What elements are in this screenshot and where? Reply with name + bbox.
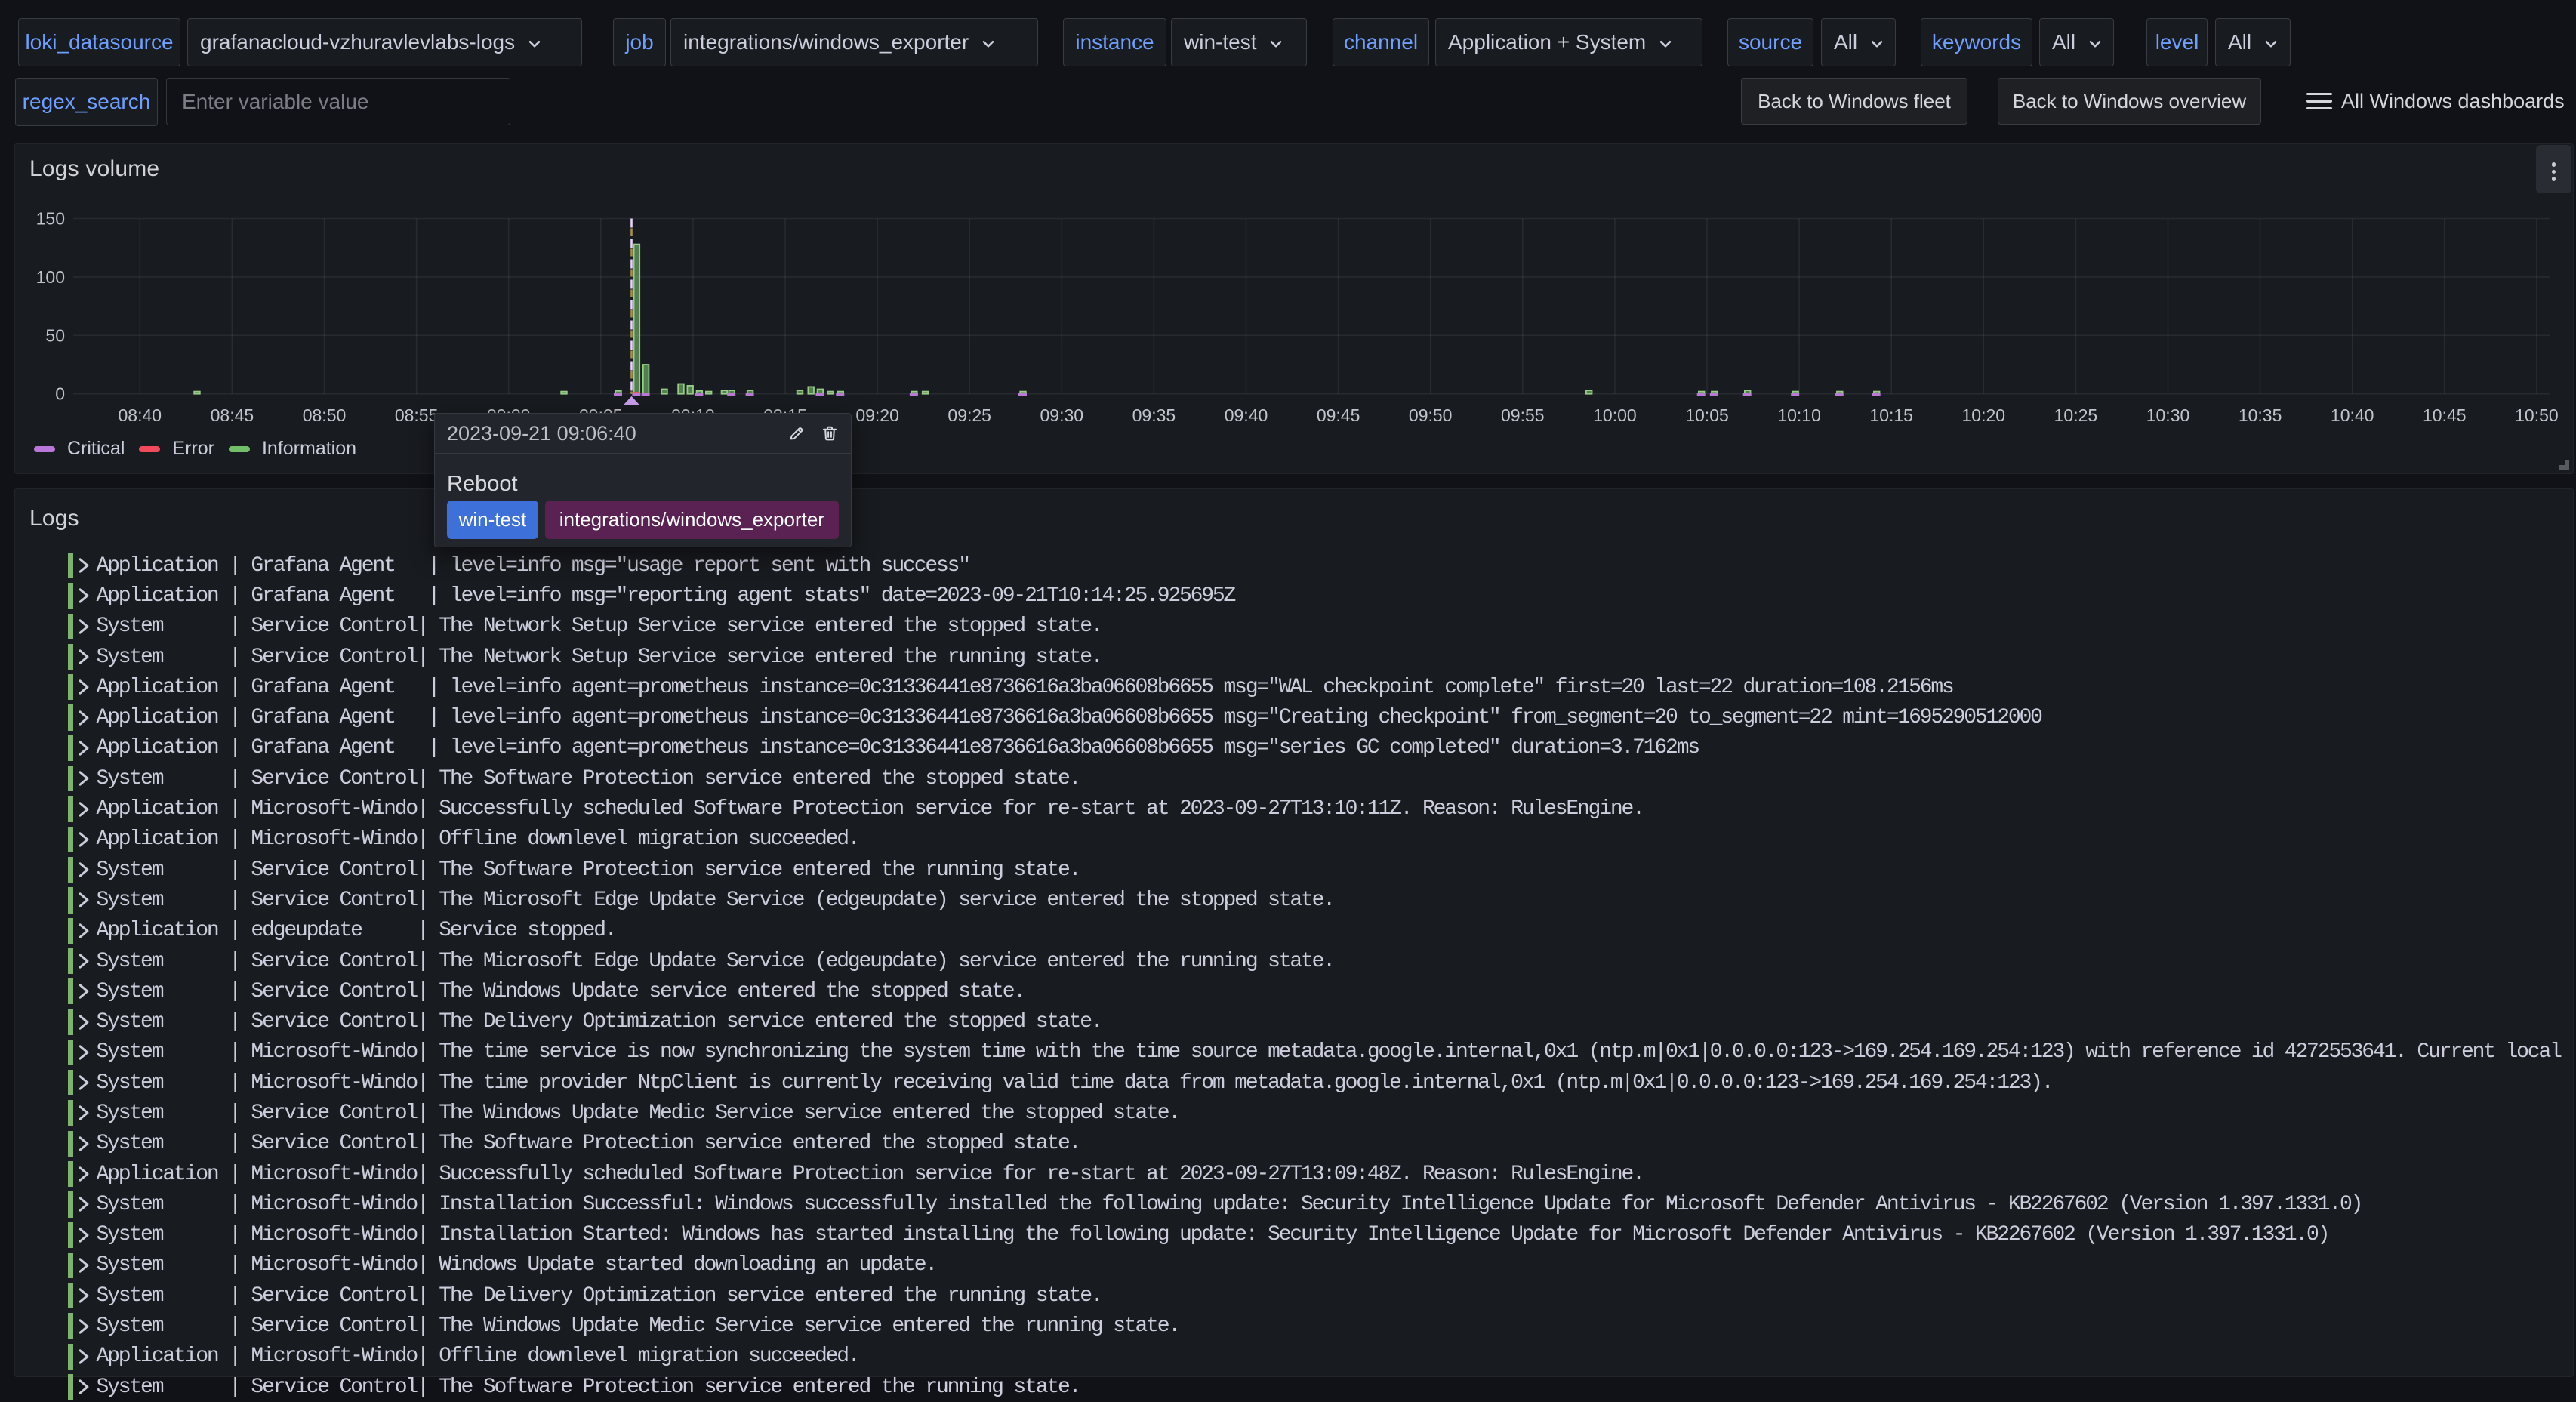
svg-text:10:15: 10:15 [1869,405,1913,425]
svg-text:10:35: 10:35 [2239,405,2282,425]
svg-text:0: 0 [55,384,65,404]
svg-text:09:20: 09:20 [855,405,899,425]
svg-text:08:40: 08:40 [119,405,162,425]
svg-text:10:45: 10:45 [2423,405,2467,425]
svg-text:09:55: 09:55 [1501,405,1545,425]
svg-text:08:45: 08:45 [211,405,254,425]
svg-text:09:25: 09:25 [948,405,991,425]
svg-text:10:50: 10:50 [2515,405,2559,425]
svg-text:09:45: 09:45 [1317,405,1360,425]
svg-text:150: 150 [36,209,65,229]
svg-text:10:25: 10:25 [2054,405,2098,425]
svg-text:10:30: 10:30 [2146,405,2190,425]
svg-text:08:55: 08:55 [395,405,439,425]
svg-text:10:10: 10:10 [1777,405,1821,425]
svg-text:50: 50 [45,325,65,345]
svg-text:09:50: 09:50 [1409,405,1453,425]
svg-text:09:35: 09:35 [1132,405,1176,425]
svg-text:08:50: 08:50 [303,405,347,425]
svg-text:09:40: 09:40 [1225,405,1268,425]
svg-text:10:05: 10:05 [1685,405,1729,425]
svg-text:10:00: 10:00 [1593,405,1637,425]
svg-text:10:40: 10:40 [2331,405,2374,425]
svg-text:100: 100 [36,267,65,287]
svg-text:10:20: 10:20 [1962,405,2006,425]
svg-text:09:30: 09:30 [1040,405,1084,425]
